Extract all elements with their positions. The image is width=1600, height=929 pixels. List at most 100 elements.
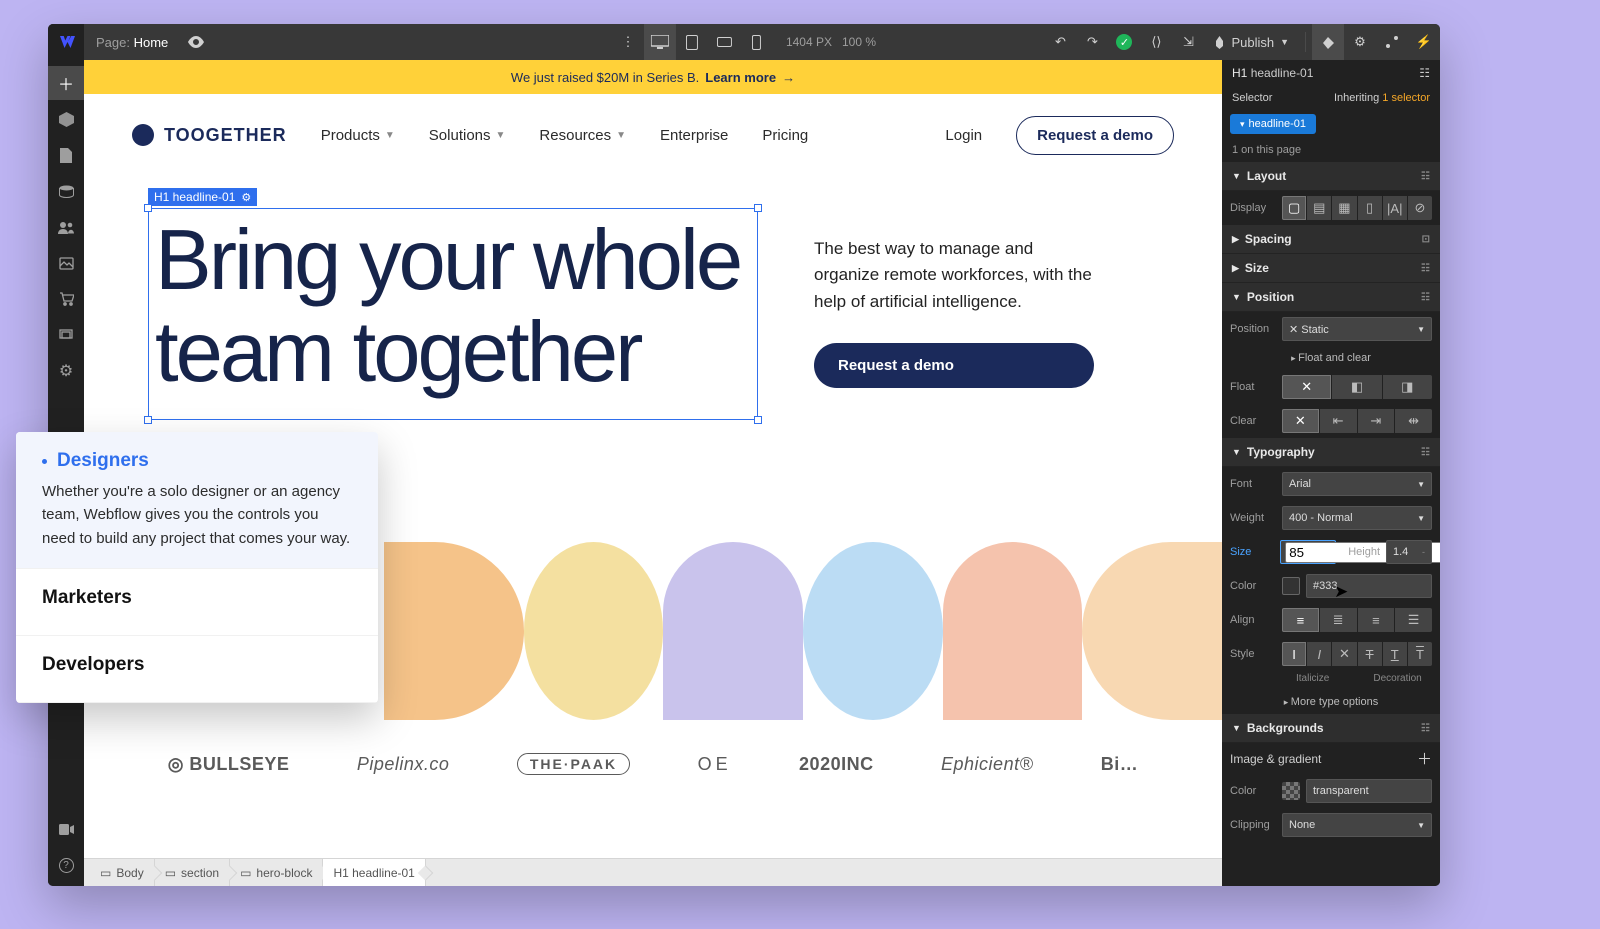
code-icon[interactable]: ⟨⟩ <box>1140 24 1172 60</box>
display-inline[interactable]: |A| <box>1383 196 1407 220</box>
mobile-breakpoint-icon[interactable] <box>740 24 772 60</box>
section-spacing[interactable]: ▶Spacing⊡ <box>1222 225 1440 254</box>
desktop-breakpoint-icon[interactable] <box>644 24 676 60</box>
float-left[interactable]: ◧ <box>1332 375 1381 399</box>
dec-none[interactable]: ✕ <box>1332 642 1356 666</box>
interactions-panel-tab-icon[interactable] <box>1376 24 1408 60</box>
help-icon[interactable]: ? <box>48 848 84 882</box>
mobile-landscape-breakpoint-icon[interactable] <box>708 24 740 60</box>
nav-resources[interactable]: Resources▼ <box>539 127 626 144</box>
undo-icon[interactable]: ↶ <box>1044 24 1076 60</box>
weight-select[interactable]: 400 - Normal▼ <box>1282 506 1432 530</box>
section-typography[interactable]: ▼Typography☷ <box>1222 438 1440 467</box>
brand-logo[interactable]: TOOGETHER <box>132 124 287 146</box>
float-right[interactable]: ◨ <box>1383 375 1432 399</box>
hero-headline[interactable]: Bring your whole team together <box>155 215 747 399</box>
assets-icon[interactable] <box>48 246 84 280</box>
display-block[interactable]: ▢ <box>1282 196 1306 220</box>
webflow-logo[interactable] <box>48 24 84 60</box>
font-size-input[interactable]: PX <box>1280 540 1336 564</box>
settings-panel-tab-icon[interactable]: ⚙ <box>1344 24 1376 60</box>
float-clear-toggle[interactable]: Float and clear <box>1222 346 1440 370</box>
resize-handle[interactable] <box>754 416 762 424</box>
dec-overline[interactable]: T <box>1408 642 1432 666</box>
resize-handle[interactable] <box>144 204 152 212</box>
style-regular[interactable]: I <box>1282 642 1306 666</box>
display-grid[interactable]: ▦ <box>1332 196 1356 220</box>
font-color-input[interactable]: #333 <box>1306 574 1432 598</box>
more-icon[interactable]: ⋮ <box>612 24 644 60</box>
tablet-breakpoint-icon[interactable] <box>676 24 708 60</box>
settings-icon[interactable]: ⚙ <box>48 354 84 388</box>
state-dropdown-icon[interactable]: ☷ <box>1419 66 1430 80</box>
viewport-width[interactable]: 1404 PX <box>786 35 832 49</box>
add-element-icon[interactable]: ＋ <box>48 66 84 100</box>
bg-clipping-select[interactable]: None▼ <box>1282 813 1432 837</box>
persona-designers[interactable]: Designers Whether you're a solo designer… <box>16 432 378 569</box>
selection-tag[interactable]: H1 headline-01⚙ <box>148 188 257 206</box>
more-type-options[interactable]: More type options <box>1222 690 1440 714</box>
clear-right[interactable]: ⇥ <box>1358 409 1395 433</box>
persona-marketers[interactable]: Marketers <box>16 569 378 636</box>
cms-icon[interactable] <box>48 174 84 208</box>
section-position[interactable]: ▼Position☷ <box>1222 283 1440 312</box>
align-right[interactable]: ≡ <box>1358 608 1395 632</box>
style-panel-tab-icon[interactable] <box>1312 24 1344 60</box>
style-italic[interactable]: I <box>1307 642 1331 666</box>
crumb-headline[interactable]: H1 headline-01 <box>323 859 425 886</box>
publish-button[interactable]: Publish ▼ <box>1204 35 1299 50</box>
section-size[interactable]: ▶Size☷ <box>1222 254 1440 283</box>
zoom-level[interactable]: 100 % <box>842 35 876 49</box>
resize-handle[interactable] <box>754 204 762 212</box>
line-height-input[interactable]: 1.4- <box>1386 540 1432 564</box>
font-select[interactable]: Arial▼ <box>1282 472 1432 496</box>
nav-pricing[interactable]: Pricing <box>762 127 808 144</box>
resize-handle[interactable] <box>144 416 152 424</box>
nav-solutions[interactable]: Solutions▼ <box>429 127 506 144</box>
nav-demo-button[interactable]: Request a demo <box>1016 116 1174 155</box>
float-none[interactable]: ✕ <box>1282 375 1331 399</box>
hero-subhead[interactable]: The best way to manage and organize remo… <box>814 236 1094 315</box>
announcement-link[interactable]: Learn more <box>705 70 776 85</box>
align-center[interactable]: ≣ <box>1320 608 1357 632</box>
logic-icon[interactable] <box>48 318 84 352</box>
display-inline-block[interactable]: ▯ <box>1358 196 1382 220</box>
clear-both[interactable]: ⇹ <box>1395 409 1432 433</box>
ecommerce-icon[interactable] <box>48 282 84 316</box>
effects-panel-tab-icon[interactable]: ⚡ <box>1408 24 1440 60</box>
add-bg-icon[interactable]: ＋ <box>1417 748 1432 769</box>
crumb-body[interactable]: ▭Body <box>90 859 155 886</box>
display-flex[interactable]: ▤ <box>1307 196 1331 220</box>
video-icon[interactable] <box>48 812 84 846</box>
redo-icon[interactable]: ↷ <box>1076 24 1108 60</box>
dec-strike[interactable]: T <box>1358 642 1382 666</box>
announcement-banner[interactable]: We just raised $20M in Series B. Learn m… <box>84 60 1222 94</box>
export-icon[interactable]: ⇲ <box>1172 24 1204 60</box>
dec-underline[interactable]: T <box>1383 642 1407 666</box>
users-icon[interactable] <box>48 210 84 244</box>
section-backgrounds[interactable]: ▼Backgrounds☷ <box>1222 714 1440 743</box>
bg-color-input[interactable]: transparent <box>1306 779 1432 803</box>
clear-none[interactable]: ✕ <box>1282 409 1319 433</box>
nav-products[interactable]: Products▼ <box>321 127 395 144</box>
crumb-hero-block[interactable]: ▭hero-block <box>230 859 323 886</box>
selector-chip[interactable]: ▾headline-01 <box>1230 114 1316 134</box>
align-left[interactable]: ≡ <box>1282 608 1319 632</box>
hero-cta-button[interactable]: Request a demo <box>814 343 1094 388</box>
navigator-icon[interactable] <box>48 102 84 136</box>
clear-left[interactable]: ⇤ <box>1320 409 1357 433</box>
font-color-swatch[interactable] <box>1282 577 1300 595</box>
nav-login[interactable]: Login <box>945 127 982 144</box>
align-justify[interactable]: ☰ <box>1395 608 1432 632</box>
gear-icon[interactable]: ⚙ <box>241 191 251 204</box>
status-ok-icon[interactable]: ✓ <box>1108 24 1140 60</box>
pages-icon[interactable] <box>48 138 84 172</box>
headline-selected[interactable]: Bring your whole team together <box>148 208 758 420</box>
nav-enterprise[interactable]: Enterprise <box>660 127 728 144</box>
bg-color-swatch[interactable] <box>1282 782 1300 800</box>
position-select[interactable]: ✕ Static▼ <box>1282 317 1432 341</box>
persona-developers[interactable]: Developers <box>16 636 378 703</box>
page-selector[interactable]: Page: Home <box>84 35 180 50</box>
preview-icon[interactable] <box>180 24 212 60</box>
crumb-section[interactable]: ▭section <box>155 859 230 886</box>
